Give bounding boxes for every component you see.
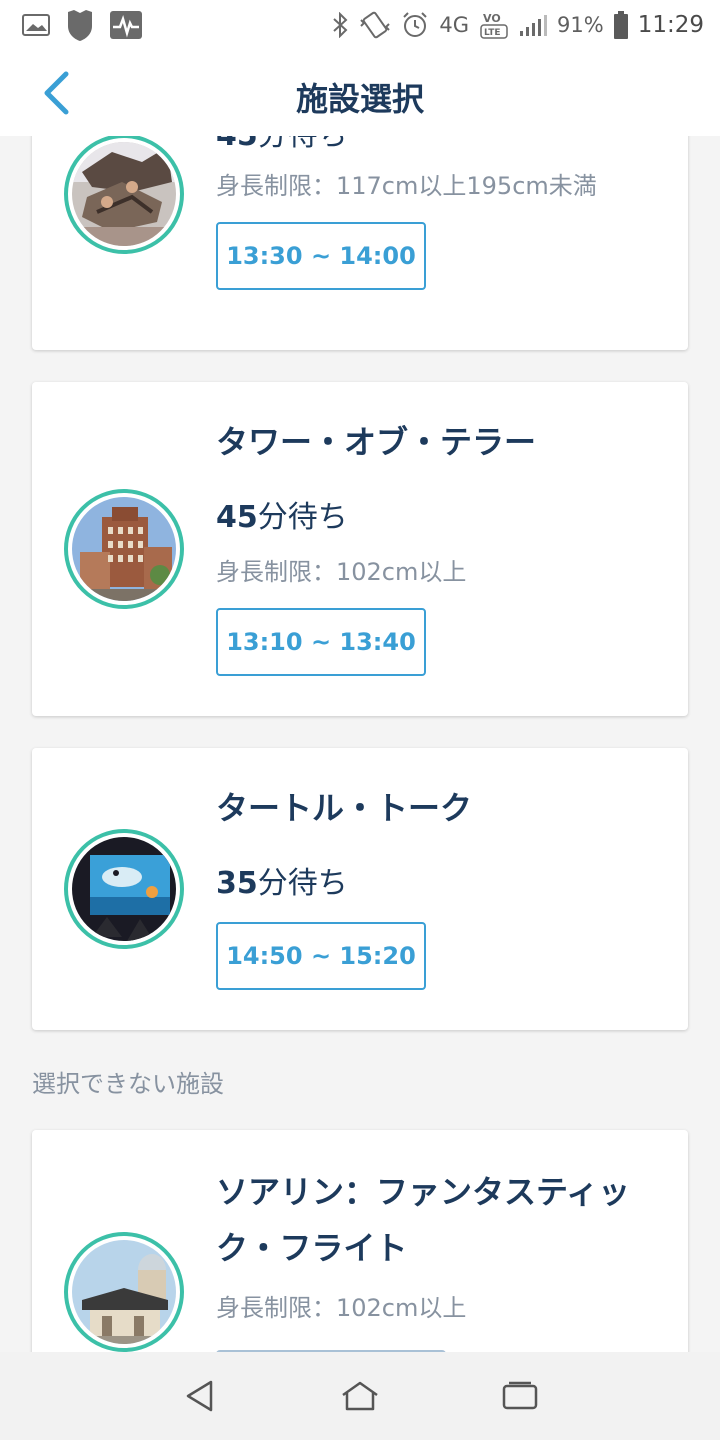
system-nav-bar <box>0 1352 720 1440</box>
activity-icon <box>110 11 142 39</box>
clock: 11:29 <box>637 12 704 38</box>
facility-name: タートル・トーク <box>216 789 473 827</box>
facility-thumbnail <box>64 136 184 254</box>
alarm-icon <box>401 11 429 39</box>
nav-back-button[interactable] <box>170 1366 230 1426</box>
network-type: 4G <box>439 13 470 37</box>
recent-apps-icon <box>501 1381 539 1411</box>
back-triangle-icon <box>183 1379 217 1413</box>
battery-icon <box>613 11 628 39</box>
volte-icon: VO LTE <box>479 9 509 41</box>
unavailable-facility-card: ソアリン：ファンタスティッ ク・フライト 身長制限：102cm以上 <box>32 1130 688 1352</box>
home-icon <box>340 1379 380 1413</box>
facility-thumbnail <box>64 489 184 609</box>
wait-minutes: 45 <box>216 500 258 535</box>
wait-time: 35分待ち <box>216 858 348 902</box>
vibrate-icon <box>359 10 391 40</box>
status-right: 4G VO LTE 91% 11:29 <box>331 9 704 41</box>
wait-minutes: 35 <box>216 866 258 901</box>
gallery-icon <box>22 14 50 36</box>
facility-thumbnail <box>64 1232 184 1352</box>
ride-photo <box>72 1240 176 1344</box>
signal-icon <box>519 13 548 37</box>
facility-card[interactable]: タートル・トーク 35分待ち 14:50 ~ 15:20 <box>32 748 688 1030</box>
ride-photo <box>72 497 176 601</box>
shield-icon <box>64 8 96 42</box>
height-restriction: 身長制限：102cm以上 <box>216 1294 467 1322</box>
ride-photo <box>72 837 176 941</box>
wait-unit: 分待ち <box>257 500 348 535</box>
battery-percent: 91% <box>557 13 604 37</box>
svg-text:VO: VO <box>483 12 501 25</box>
height-restriction: 身長制限：102cm以上 <box>216 558 467 586</box>
facility-card[interactable]: 45分待ち 身長制限：117cm以上195cm未満 13:30 ~ 14:00 <box>32 136 688 350</box>
nav-home-button[interactable] <box>330 1366 390 1426</box>
wait-minutes: 45 <box>216 136 258 153</box>
ride-photo <box>72 142 176 246</box>
page-title: 施設選択 <box>295 80 424 118</box>
status-bar: 4G VO LTE 91% 11:29 <box>0 0 720 50</box>
time-slot-button[interactable]: 13:10 ~ 13:40 <box>216 608 426 676</box>
wait-unit: 分待ち <box>257 866 348 901</box>
facility-thumbnail <box>64 829 184 949</box>
time-slot-button[interactable]: 13:30 ~ 14:00 <box>216 222 426 290</box>
facility-name-line2: ク・フライト <box>216 1229 408 1267</box>
facility-card[interactable]: タワー・オブ・テラー 45分待ち 身長制限：102cm以上 13:10 ~ 13… <box>32 382 688 716</box>
time-slot-button[interactable]: 14:50 ~ 15:20 <box>216 922 426 990</box>
unavailable-section-label: 選択できない施設 <box>32 1070 224 1098</box>
facility-name: タワー・オブ・テラー <box>216 423 537 461</box>
status-left <box>22 8 142 42</box>
wait-time: 45分待ち <box>216 492 348 536</box>
wait-time: 45分待ち <box>216 136 348 154</box>
facility-list[interactable]: 45分待ち 身長制限：117cm以上195cm未満 13:30 ~ 14:00 <box>0 136 720 1352</box>
facility-name-line1: ソアリン：ファンタスティッ <box>216 1173 631 1211</box>
wait-unit: 分待ち <box>258 136 348 153</box>
bluetooth-icon <box>331 12 349 38</box>
nav-recents-button[interactable] <box>490 1366 550 1426</box>
svg-text:LTE: LTE <box>484 28 501 38</box>
app-header: 施設選択 <box>0 50 720 136</box>
height-restriction: 身長制限：117cm以上195cm未満 <box>216 172 597 200</box>
